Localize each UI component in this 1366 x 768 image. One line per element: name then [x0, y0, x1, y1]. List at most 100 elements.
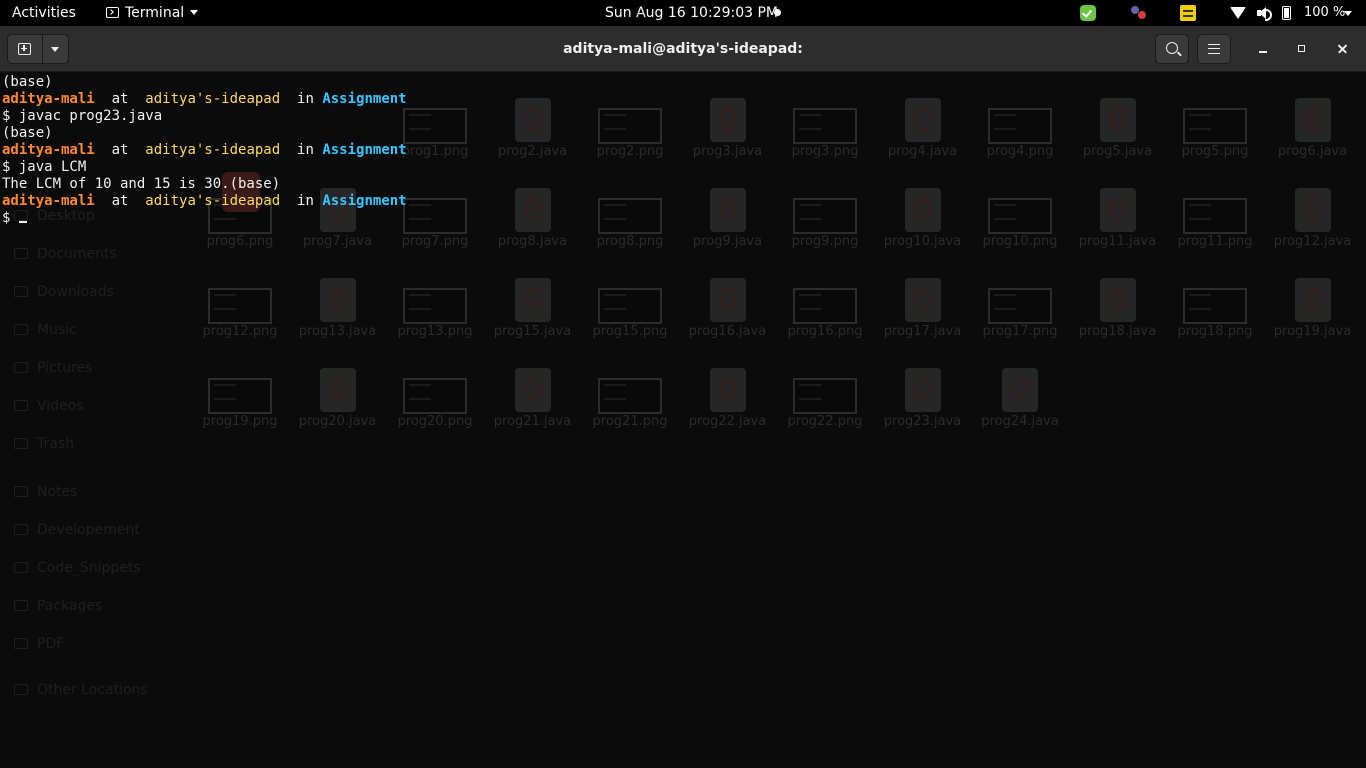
- file-item[interactable]: prog13.java: [290, 278, 386, 358]
- prompt-user: aditya-mali: [2, 142, 95, 158]
- file-item[interactable]: prog11.java: [1070, 188, 1166, 268]
- sidebar-item[interactable]: Trash: [14, 434, 74, 454]
- search-button[interactable]: [1155, 34, 1189, 64]
- sidebar-item-label: Downloads: [37, 284, 114, 300]
- file-item[interactable]: prog13.png: [387, 278, 483, 358]
- prompt-host: aditya's-ideapad: [145, 142, 281, 158]
- file-item[interactable]: prog17.png: [972, 278, 1068, 358]
- terminal-line: $ javac prog23.java: [2, 108, 407, 125]
- sidebar-item[interactable]: Downloads: [14, 282, 114, 302]
- sidebar-item[interactable]: Notes: [14, 482, 77, 502]
- file-name: prog24.java: [981, 414, 1059, 429]
- java-file-icon: [709, 278, 746, 322]
- sidebar-item-label: Notes: [37, 484, 78, 500]
- file-item[interactable]: prog15.java: [485, 278, 581, 358]
- file-item[interactable]: prog8.java: [485, 188, 581, 268]
- sidebar-item[interactable]: Videos: [14, 396, 84, 416]
- image-file-icon: [403, 198, 467, 234]
- sidebar-item[interactable]: Developement: [14, 520, 140, 540]
- file-item[interactable]: prog15.png: [582, 278, 678, 358]
- file-item[interactable]: prog22.java: [680, 368, 776, 448]
- system-menu-chevron-icon[interactable]: [1344, 11, 1352, 16]
- file-item[interactable]: prog5.png: [1167, 98, 1263, 178]
- file-item[interactable]: prog5.java: [1070, 98, 1166, 178]
- menu-button[interactable]: [1197, 34, 1231, 64]
- minimize-button[interactable]: [1255, 41, 1271, 57]
- maximize-button[interactable]: [1294, 41, 1310, 57]
- file-item[interactable]: prog8.png: [582, 188, 678, 268]
- file-item[interactable]: prog19.java: [1265, 278, 1361, 358]
- sidebar-item[interactable]: Code_Snippets: [14, 558, 141, 578]
- file-item[interactable]: prog12.png: [192, 278, 288, 358]
- sidebar-item[interactable]: Packages: [14, 596, 102, 616]
- sidebar-item-label: Trash: [37, 436, 74, 452]
- java-file-icon: [1099, 188, 1136, 232]
- file-item[interactable]: prog11.png: [1167, 188, 1263, 268]
- file-item[interactable]: prog21.png: [582, 368, 678, 448]
- sticky-notes-icon[interactable]: [1180, 5, 1196, 21]
- file-item[interactable]: prog9.java: [680, 188, 776, 268]
- file-item[interactable]: prog23.java: [875, 368, 971, 448]
- file-item[interactable]: prog19.png: [192, 368, 288, 448]
- file-name: prog19.java: [1273, 324, 1352, 339]
- close-button[interactable]: [1335, 41, 1351, 57]
- teams-icon[interactable]: [1130, 5, 1146, 21]
- file-item[interactable]: prog17.java: [875, 278, 971, 358]
- terminal-line: $: [2, 210, 407, 227]
- hamburger-menu-icon: [1208, 44, 1220, 54]
- file-item[interactable]: prog2.java: [485, 98, 581, 178]
- sidebar-item-label: Pictures: [37, 360, 93, 376]
- file-item[interactable]: prog3.java: [680, 98, 776, 178]
- file-item[interactable]: prog6.java: [1265, 98, 1361, 178]
- java-file-icon: [1294, 188, 1331, 232]
- sidebar-item[interactable]: Pictures: [14, 358, 92, 378]
- prompt-at: at: [111, 91, 129, 107]
- image-file-icon: [598, 108, 662, 144]
- activities-button[interactable]: Activities: [12, 0, 76, 26]
- sidebar-item[interactable]: Documents: [14, 244, 117, 264]
- file-item[interactable]: prog18.java: [1070, 278, 1166, 358]
- file-item[interactable]: prog12.java: [1265, 188, 1361, 268]
- image-file-icon: [1183, 288, 1247, 324]
- new-tab-icon: [18, 43, 31, 55]
- sidebar-item[interactable]: Music: [14, 320, 77, 340]
- file-item[interactable]: prog4.png: [972, 98, 1068, 178]
- new-tab-button[interactable]: [7, 34, 69, 64]
- file-item[interactable]: prog22.png: [777, 368, 873, 448]
- chevron-down-icon[interactable]: [51, 47, 59, 52]
- volume-icon[interactable]: [1256, 5, 1272, 21]
- image-file-icon: [988, 108, 1052, 144]
- terminal-output[interactable]: (base) aditya-mali at aditya's-ideapad in…: [2, 74, 407, 227]
- app-menu-button[interactable]: Terminal: [106, 0, 199, 26]
- prompt-directory: Assignment: [322, 193, 407, 209]
- image-file-icon: [403, 288, 467, 324]
- file-item[interactable]: prog21.java: [485, 368, 581, 448]
- file-item[interactable]: prog4.java: [875, 98, 971, 178]
- file-item[interactable]: prog16.png: [777, 278, 873, 358]
- sidebar-item[interactable]: Other Locations: [14, 680, 148, 700]
- prompt-user: aditya-mali: [2, 91, 95, 107]
- file-item[interactable]: prog16.java: [680, 278, 776, 358]
- security-shield-icon[interactable]: [1080, 5, 1096, 21]
- sidebar-item[interactable]: PDF: [14, 634, 64, 654]
- image-file-icon: [988, 288, 1052, 324]
- battery-icon[interactable]: [1282, 6, 1291, 20]
- file-item[interactable]: prog9.png: [777, 188, 873, 268]
- file-item[interactable]: prog20.java: [290, 368, 386, 448]
- battery-percentage[interactable]: 100 %: [1304, 0, 1345, 26]
- file-item[interactable]: prog20.png: [387, 368, 483, 448]
- image-file-icon: [598, 378, 662, 414]
- clock[interactable]: Sun Aug 16 10:29:03 PM: [605, 0, 778, 26]
- file-item[interactable]: prog3.png: [777, 98, 873, 178]
- folder-icon: [14, 684, 28, 695]
- java-file-icon: [904, 368, 941, 412]
- wifi-icon[interactable]: [1229, 5, 1246, 21]
- prompt-at: at: [111, 142, 129, 158]
- file-item[interactable]: prog10.png: [972, 188, 1068, 268]
- file-item[interactable]: prog18.png: [1167, 278, 1263, 358]
- file-item[interactable]: prog2.png: [582, 98, 678, 178]
- terminal-headerbar: aditya-mali@aditya's-ideapad:: [0, 26, 1366, 72]
- file-item[interactable]: prog24.java: [972, 368, 1068, 448]
- java-file-icon: [1294, 278, 1331, 322]
- file-item[interactable]: prog10.java: [875, 188, 971, 268]
